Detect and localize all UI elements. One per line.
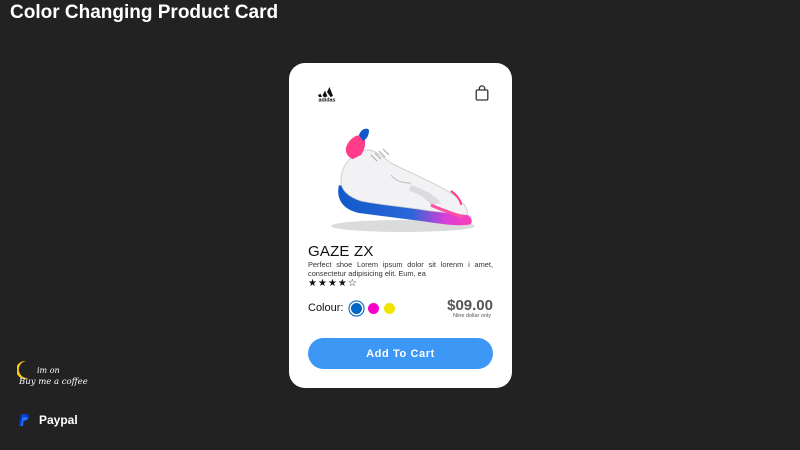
adidas-logo: adidas: [318, 87, 336, 102]
colour-label: Colour:: [308, 302, 344, 314]
colour-swatch-yellow[interactable]: [384, 303, 395, 314]
product-card: adidas GAZE ZX Perfect shoe Lorem ipsum …: [289, 63, 512, 388]
star-empty-icon: ☆: [347, 278, 357, 289]
star-icon: ★: [308, 278, 317, 289]
add-to-cart-button[interactable]: Add To Cart: [308, 338, 493, 369]
buy-me-a-coffee-link[interactable]: im on Buy me a coffee: [17, 358, 91, 388]
brand-text: adidas: [318, 98, 335, 102]
paypal-label: Paypal: [39, 413, 78, 427]
star-icon: ★: [317, 278, 327, 289]
shopping-bag-icon[interactable]: [475, 85, 489, 101]
star-icon: ★: [327, 278, 337, 289]
product-price: $09.00: [447, 297, 493, 314]
product-description: Perfect shoe Lorem ipsum dolor sit loren…: [308, 260, 493, 278]
colour-swatch-blue[interactable]: [351, 303, 362, 314]
coffee-text-top: im on: [37, 366, 60, 375]
paypal-link[interactable]: Paypal: [17, 413, 78, 427]
paypal-icon: [19, 414, 29, 426]
coffee-text-bottom: Buy me a coffee: [18, 377, 88, 387]
page-title: Color Changing Product Card: [10, 2, 279, 23]
product-name: GAZE ZX: [308, 243, 374, 260]
price-caption: Nine dollar only: [453, 313, 491, 319]
star-icon: ★: [337, 278, 347, 289]
colour-swatch-magenta[interactable]: [368, 303, 379, 314]
rating-stars: ★ ★ ★ ★ ☆: [308, 278, 357, 289]
shoe-image: [331, 128, 475, 232]
